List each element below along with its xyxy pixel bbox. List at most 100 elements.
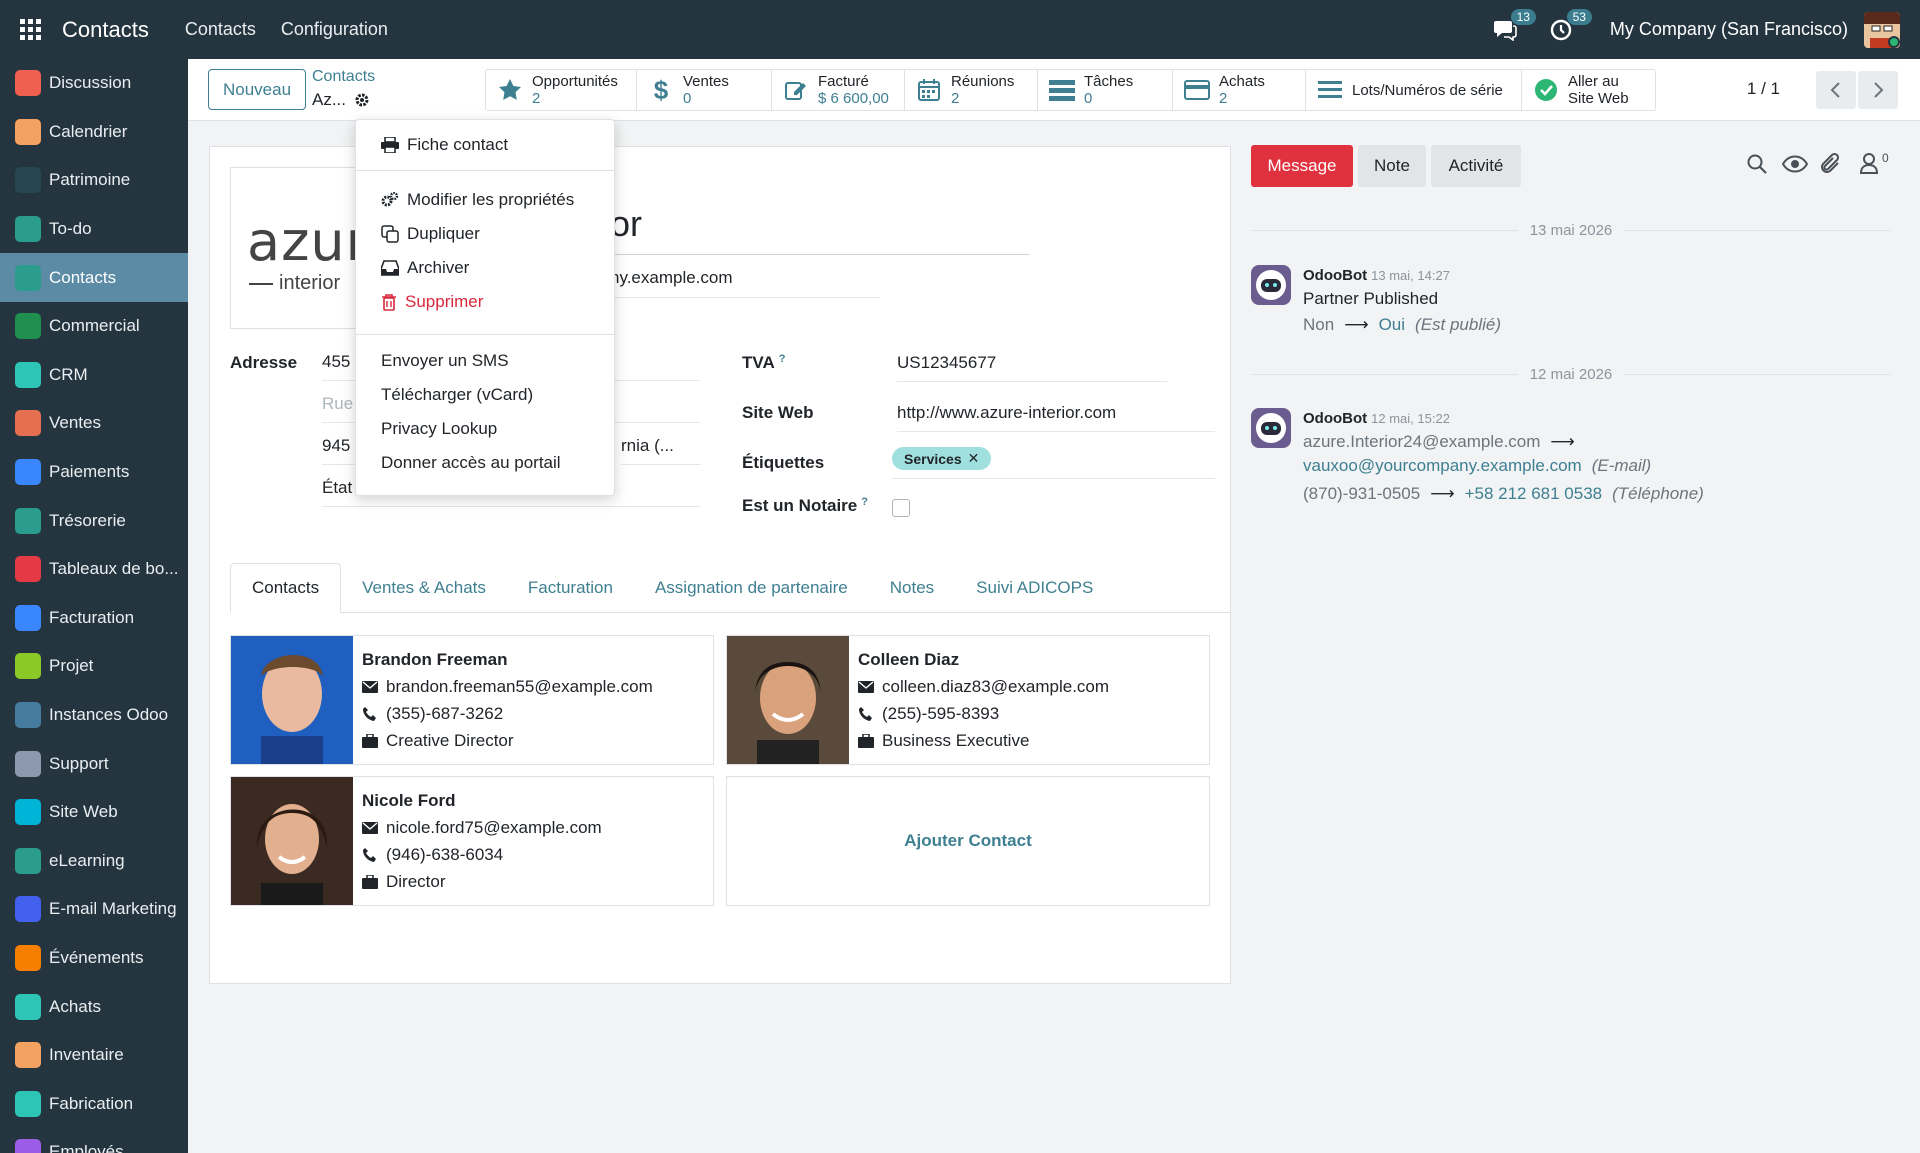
tab-notes[interactable]: Notes [869, 563, 955, 613]
gear-icon[interactable] [354, 92, 370, 108]
apps-menu-icon[interactable] [0, 0, 62, 59]
sidebar-item-manufacturing[interactable]: Fabrication [0, 1079, 188, 1128]
messaging-icon[interactable]: 13 [1490, 8, 1536, 45]
app-name[interactable]: Contacts [62, 17, 149, 43]
contact-card[interactable]: Colleen Diaz colleen.diaz83@example.com … [726, 635, 1210, 765]
sidebar-item-contacts[interactable]: Contacts [0, 253, 188, 302]
crm-icon [15, 361, 41, 388]
smart-button-label: Tâches [1084, 73, 1134, 90]
sidebar-item-calendar[interactable]: Calendrier [0, 108, 188, 157]
send-sms-item[interactable]: Envoyer un SMS [356, 344, 614, 378]
portal-access-item[interactable]: Donner accès au portail [356, 446, 614, 480]
send-message-button[interactable]: Message [1251, 145, 1353, 187]
edit-invoice-icon [782, 76, 810, 104]
smart-button-calendar[interactable]: Réunions 2 [905, 70, 1038, 110]
menu-configuration[interactable]: Configuration [281, 19, 388, 40]
tab-contacts[interactable]: Contacts [230, 563, 342, 613]
tab-ventes-achats[interactable]: Ventes & Achats [341, 563, 507, 613]
sidebar-item-dashboards[interactable]: Tableaux de bo... [0, 545, 188, 594]
tags-field[interactable]: Services ✕ [892, 443, 1215, 479]
envelope-icon [858, 680, 874, 693]
delete-item[interactable]: Supprimer [356, 285, 614, 319]
contact-phone: (355)-687-3262 [386, 704, 504, 723]
globe-icon [1532, 76, 1560, 104]
support-icon [15, 750, 41, 777]
company-logo[interactable]: azure interior [230, 167, 375, 329]
tag-services: Services ✕ [892, 447, 992, 470]
company-switcher[interactable]: My Company (San Francisco) [1610, 19, 1848, 40]
state-field[interactable]: rnia (... [621, 429, 701, 465]
smart-button-globe[interactable]: Aller au Site Web [1522, 70, 1655, 110]
sidebar-item-inventory[interactable]: Inventaire [0, 1031, 188, 1080]
followers-button[interactable]: 0 [1860, 151, 1889, 175]
pager-value[interactable]: 1 / 1 [1747, 79, 1780, 99]
sidebar-item-sales[interactable]: Ventes [0, 399, 188, 448]
pager-previous-button[interactable] [1816, 71, 1856, 109]
todo-icon [15, 216, 41, 243]
sidebar-item-email-marketing[interactable]: E-mail Marketing [0, 885, 188, 934]
smart-button-value: 2 [951, 90, 960, 107]
breadcrumb-contacts[interactable]: Contacts [312, 68, 375, 86]
contact-card[interactable]: Nicole Ford nicole.ford75@example.com (9… [230, 776, 714, 906]
archive-item[interactable]: Archiver [356, 251, 614, 285]
contacts-icon [15, 264, 41, 291]
add-contact-button[interactable]: Ajouter Contact [726, 776, 1210, 906]
email-field[interactable]: ny.example.com [610, 260, 880, 298]
print-contact-item[interactable]: Fiche contact [356, 128, 614, 162]
message-author[interactable]: OdooBot [1303, 410, 1367, 427]
sidebar-item-events[interactable]: Événements [0, 934, 188, 983]
phone-icon [362, 847, 378, 863]
contact-card[interactable]: Brandon Freeman brandon.freeman55@exampl… [230, 635, 714, 765]
sidebar-item-todo[interactable]: To-do [0, 205, 188, 254]
tracking-email-old: azure.Interior24@example.com ⟶ [1303, 432, 1575, 451]
tab-assignation-de-partenaire[interactable]: Assignation de partenaire [634, 563, 869, 613]
schedule-activity-button[interactable]: Activité [1431, 145, 1521, 187]
contact-job: Creative Director [386, 731, 514, 750]
sidebar-item-payments[interactable]: Paiements [0, 448, 188, 497]
paperclip-icon[interactable] [1820, 152, 1842, 176]
pager-next-button[interactable] [1858, 71, 1898, 109]
smart-button-list[interactable]: Lots/Numéros de série [1306, 70, 1522, 110]
sidebar-item-employees[interactable]: Employés [0, 1128, 188, 1153]
sidebar-item-assets[interactable]: Patrimoine [0, 156, 188, 205]
vat-field[interactable]: US12345677 [897, 346, 1167, 382]
sidebar-item-instances[interactable]: Instances Odoo [0, 691, 188, 740]
notary-checkbox[interactable] [892, 499, 910, 517]
smart-button-label: Aller au [1568, 73, 1619, 90]
download-vcard-item[interactable]: Télécharger (vCard) [356, 378, 614, 412]
tab-suivi-adicops[interactable]: Suivi ADICOPS [955, 563, 1114, 613]
invoicing-icon [15, 604, 41, 631]
menu-contacts[interactable]: Contacts [185, 19, 256, 40]
message-author[interactable]: OdooBot [1303, 267, 1367, 284]
new-button[interactable]: Nouveau [208, 69, 306, 110]
smart-button-edit-invoice[interactable]: Facturé $ 6 600,00 [772, 70, 905, 110]
sidebar-item-website[interactable]: Site Web [0, 788, 188, 837]
log-note-button[interactable]: Note [1358, 145, 1426, 187]
privacy-lookup-item[interactable]: Privacy Lookup [356, 412, 614, 446]
sidebar-item-treasury[interactable]: Trésorerie [0, 496, 188, 545]
website-field[interactable]: http://www.azure-interior.com [897, 396, 1215, 432]
smart-button-star[interactable]: Opportunités 2 [486, 70, 637, 110]
smart-button-credit-card[interactable]: Achats 2 [1173, 70, 1306, 110]
calendar-icon [15, 118, 41, 145]
activity-clock-icon[interactable]: 53 [1546, 8, 1592, 45]
remove-tag-icon[interactable]: ✕ [968, 450, 980, 467]
edit-properties-item[interactable]: Modifier les propriétés [356, 183, 614, 217]
sidebar-item-invoicing[interactable]: Facturation [0, 594, 188, 643]
tracking-phone: (870)-931-0505 ⟶ +58 212 681 0538 (Téléphon… [1303, 484, 1704, 503]
smart-button-dollar[interactable]: $ Ventes 0 [637, 70, 772, 110]
eye-icon[interactable] [1782, 155, 1808, 173]
duplicate-item[interactable]: Dupliquer [356, 217, 614, 251]
sidebar-item-discussion[interactable]: Discussion [0, 59, 188, 108]
sidebar-item-project[interactable]: Projet [0, 642, 188, 691]
smart-button-tasks[interactable]: Tâches 0 [1038, 70, 1173, 110]
sidebar-item-commercial[interactable]: Commercial [0, 302, 188, 351]
user-avatar[interactable] [1864, 11, 1900, 48]
sidebar-item-purchase[interactable]: Achats [0, 982, 188, 1031]
company-name-field[interactable]: or [610, 203, 1030, 255]
sidebar-item-support[interactable]: Support [0, 739, 188, 788]
tab-facturation[interactable]: Facturation [507, 563, 634, 613]
sidebar-item-crm[interactable]: CRM [0, 351, 188, 400]
search-icon[interactable] [1746, 153, 1768, 175]
sidebar-item-elearning[interactable]: eLearning [0, 837, 188, 886]
